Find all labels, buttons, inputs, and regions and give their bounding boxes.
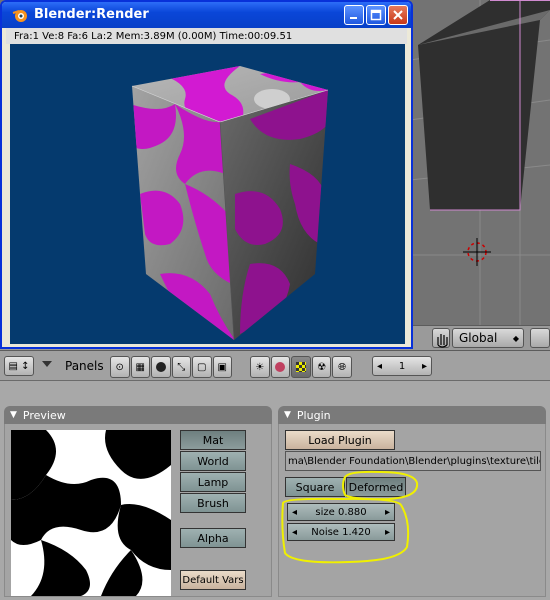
- panel-collapse-icon[interactable]: ▼: [284, 410, 291, 420]
- frame-number-field[interactable]: ◂ 1 ▸: [372, 356, 432, 376]
- updown-icon: ◆: [512, 333, 519, 343]
- plugin-path-field[interactable]: ma\Blender Foundation\Blender\plugins\te…: [285, 451, 541, 471]
- window-type-icon: ▤ ↕: [8, 360, 30, 372]
- plugin-panel-title: Plugin: [296, 408, 331, 422]
- minimize-icon[interactable]: [344, 5, 364, 25]
- plugin-panel: ▼ Plugin Load Plugin ma\Blender Foundati…: [278, 406, 546, 597]
- preview-world-button[interactable]: World: [180, 451, 246, 471]
- preview-lamp-button[interactable]: Lamp: [180, 472, 246, 492]
- collapse-triangle-icon[interactable]: [41, 359, 53, 372]
- render-status-bar: Fra:1 Ve:8 Fa:6 La:2 Mem:3.89M (0.00M) T…: [6, 28, 407, 44]
- window-type-menu[interactable]: ▤ ↕: [4, 356, 34, 376]
- default-vars-button[interactable]: Default Vars: [180, 570, 246, 590]
- plugin-panel-header[interactable]: ▼ Plugin: [278, 406, 546, 424]
- right-arrow-icon: ▸: [421, 360, 427, 372]
- left-arrow-icon: ◂: [377, 360, 383, 372]
- orientation-value: Global: [459, 331, 498, 345]
- script-context-icon[interactable]: ▦: [130, 356, 150, 378]
- texture-icon[interactable]: [291, 356, 311, 378]
- context-buttons: ⊙ ▦ ⤡ ▢ ▣: [110, 356, 232, 378]
- hand-icon[interactable]: [432, 328, 450, 348]
- subcontext-buttons: ☀ ☢ 🌐︎: [250, 356, 352, 378]
- scene-context-icon[interactable]: ▣: [212, 356, 232, 378]
- world-icon[interactable]: 🌐︎: [332, 356, 352, 378]
- close-icon[interactable]: [388, 5, 408, 25]
- render-window[interactable]: Blender:Render Fra:1 Ve:8 Fa:6 La:2 Mem:…: [0, 0, 413, 349]
- preview-brush-button[interactable]: Brush: [180, 493, 246, 513]
- render-window-titlebar[interactable]: Blender:Render: [2, 2, 411, 28]
- panels-label: Panels: [65, 359, 104, 373]
- panel-collapse-icon[interactable]: ▼: [10, 410, 17, 420]
- lamp-icon[interactable]: ☀: [250, 356, 270, 378]
- preview-panel-body: Mat World Lamp Brush Alpha Default Vars: [4, 424, 272, 597]
- editing-context-icon[interactable]: ▢: [192, 356, 212, 378]
- texture-preview: [11, 430, 171, 596]
- logic-context-icon[interactable]: ⊙: [110, 356, 130, 378]
- alpha-button[interactable]: Alpha: [180, 528, 246, 548]
- load-plugin-button[interactable]: Load Plugin: [285, 430, 395, 450]
- layer-button[interactable]: [530, 328, 550, 348]
- radiosity-icon[interactable]: ☢: [311, 356, 332, 378]
- buttons-header: ▤ ↕ Panels ⊙ ▦ ⤡ ▢ ▣ ☀ ☢ 🌐︎ ◂ 1 ▸: [0, 351, 550, 381]
- material-icon[interactable]: [270, 356, 291, 378]
- render-window-title: Blender:Render: [34, 7, 149, 22]
- preview-panel-title: Preview: [22, 408, 66, 422]
- preview-panel-header[interactable]: ▼ Preview: [4, 406, 272, 424]
- preview-panel: ▼ Preview Mat World Lamp Brush Alpha Def…: [4, 406, 272, 597]
- annotation-highlight: [281, 470, 419, 564]
- object-context-icon[interactable]: ⤡: [171, 356, 191, 378]
- preview-mat-button[interactable]: Mat: [180, 430, 246, 450]
- render-canvas: [10, 44, 405, 344]
- frame-value: 1: [398, 360, 406, 372]
- maximize-icon[interactable]: [366, 5, 386, 25]
- shading-context-icon[interactable]: [151, 356, 171, 378]
- orientation-dropdown[interactable]: Global ◆: [452, 328, 524, 348]
- plugin-panel-body: Load Plugin ma\Blender Foundation\Blende…: [278, 424, 546, 597]
- blender-logo-icon: [12, 7, 28, 23]
